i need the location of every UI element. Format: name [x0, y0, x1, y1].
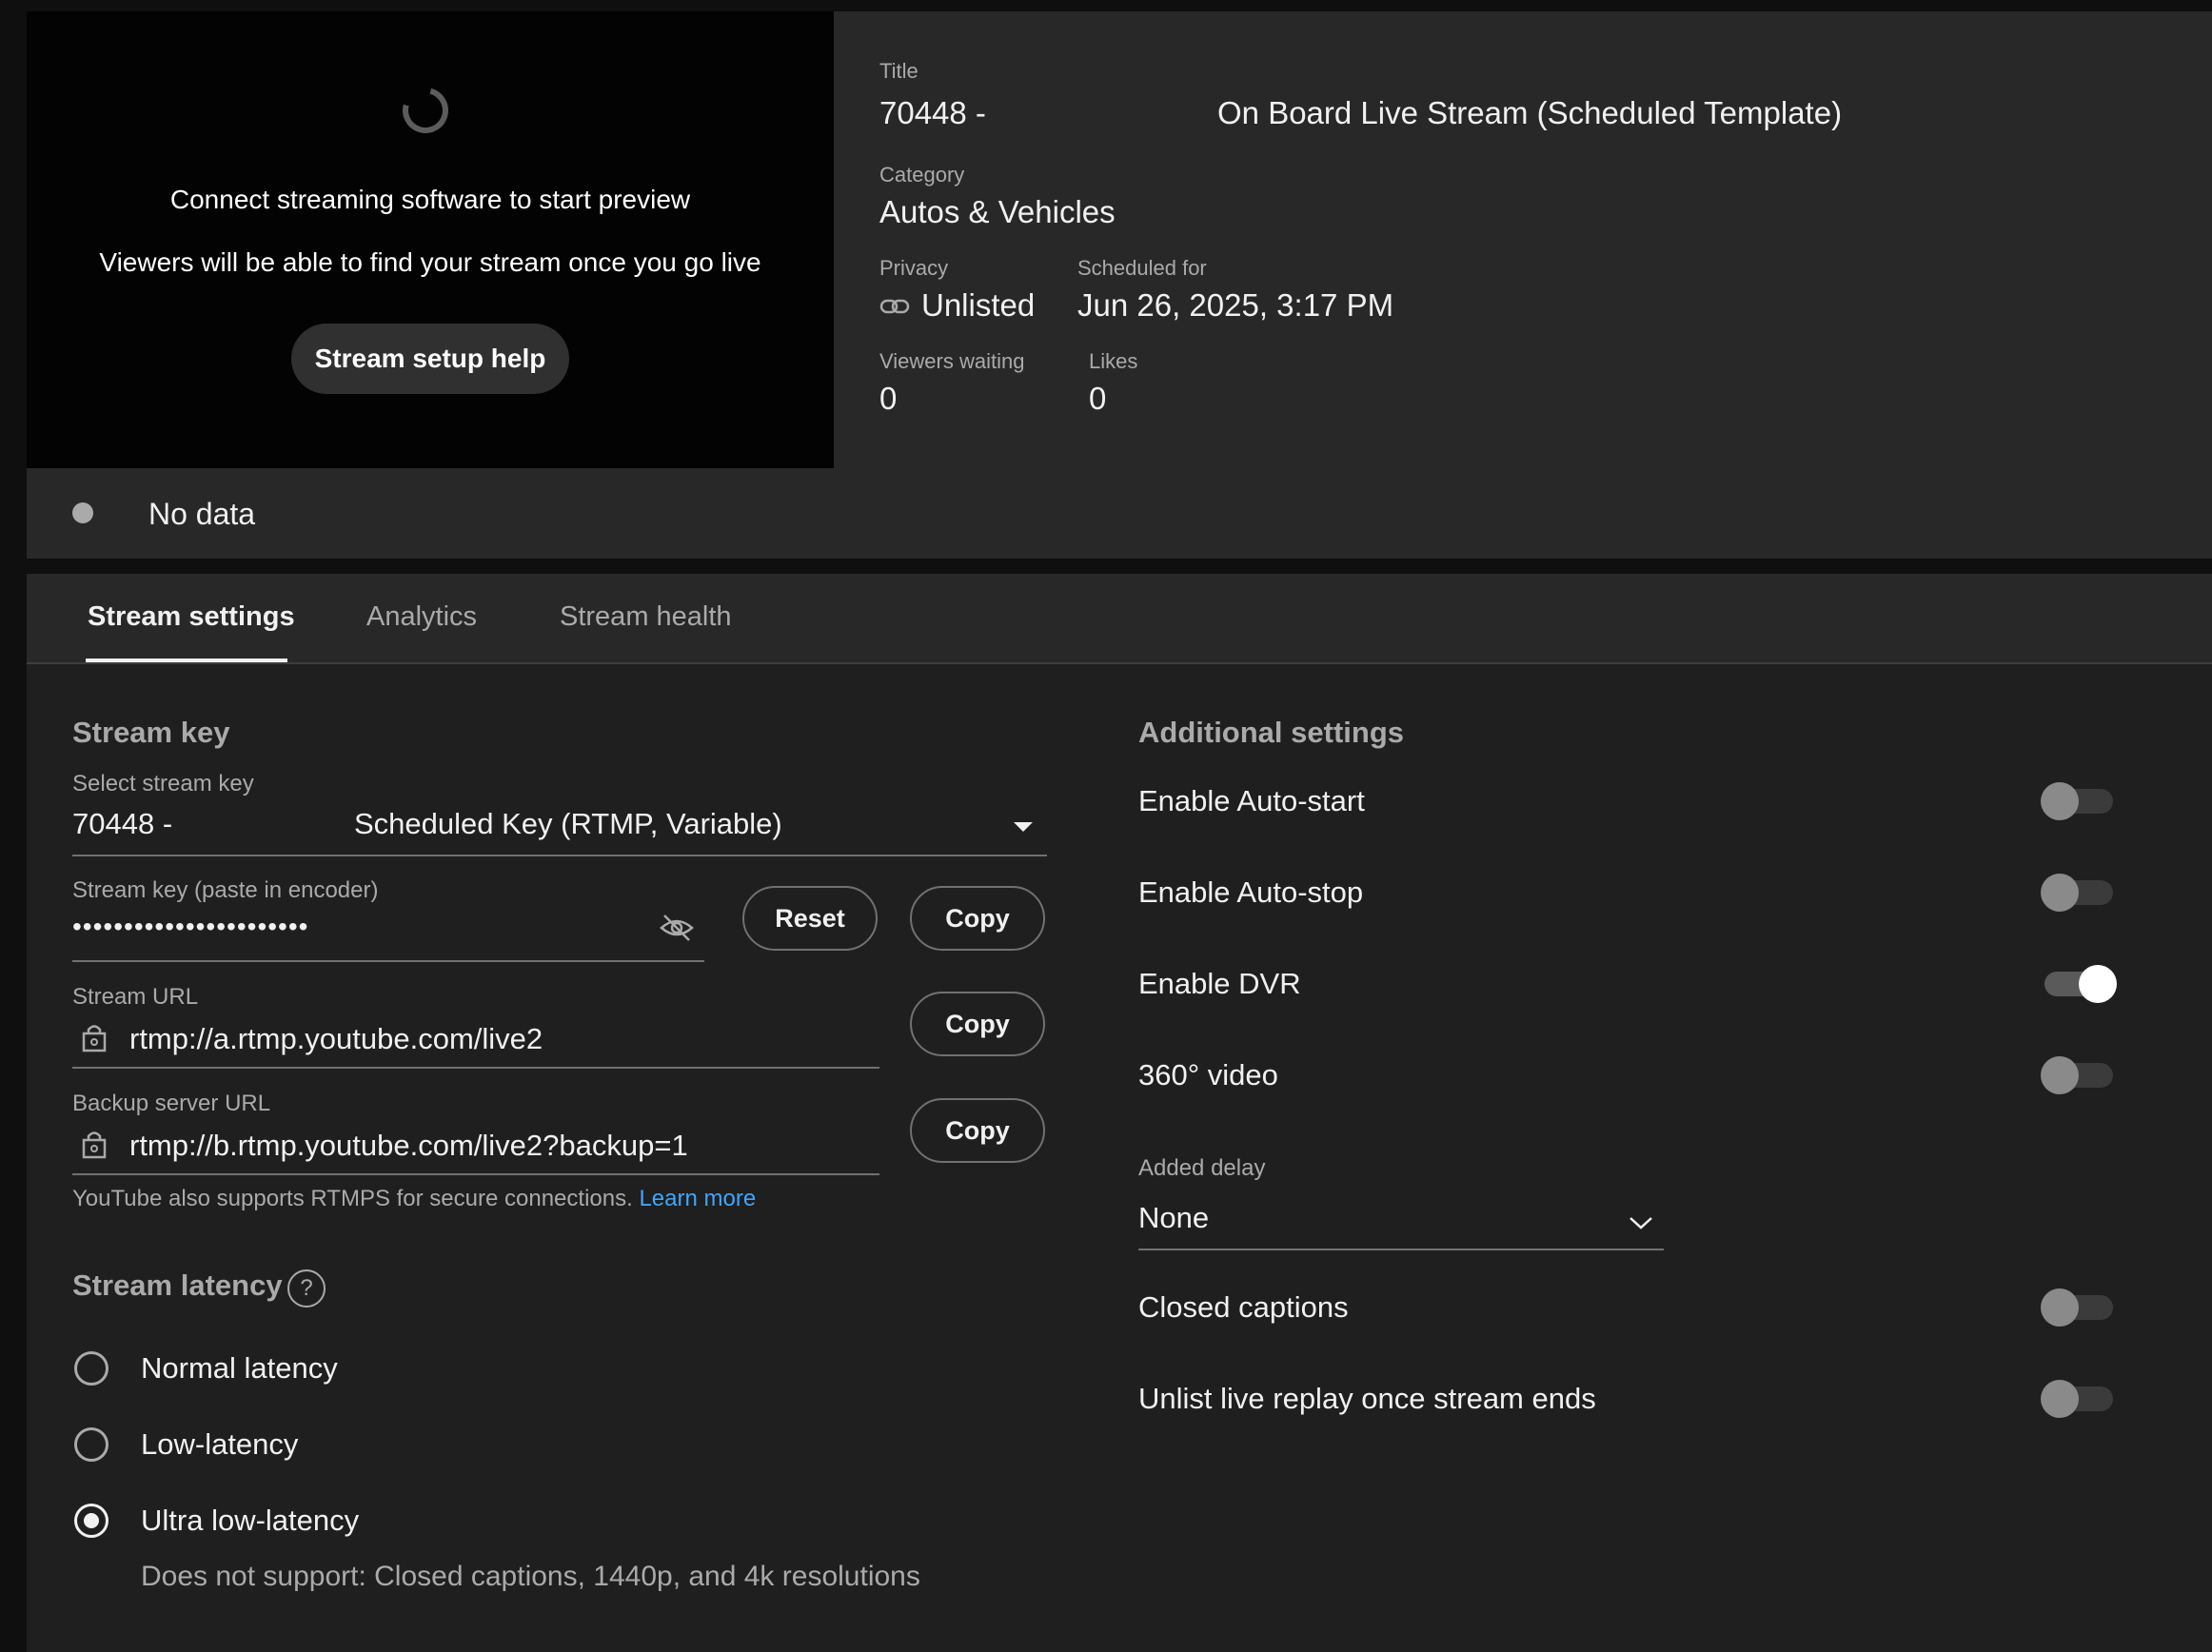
- stream-preview: [27, 11, 834, 468]
- backup-url-label: Backup server URL: [72, 1091, 271, 1116]
- help-icon[interactable]: ?: [287, 1269, 326, 1308]
- status-text: No data: [148, 497, 256, 531]
- scheduled-value: Jun 26, 2025, 3:17 PM: [1077, 287, 1394, 323]
- auto-stop-toggle[interactable]: [2041, 874, 2113, 912]
- tab-stream-settings[interactable]: Stream settings: [88, 601, 295, 633]
- tab-analytics[interactable]: Analytics: [366, 601, 477, 633]
- top-edge: [0, 0, 2212, 11]
- title-prefix: 70448 -: [879, 95, 986, 130]
- link-icon: [879, 299, 910, 314]
- unlist-replay-label: Unlist live replay once stream ends: [1138, 1382, 1596, 1415]
- category-value: Autos & Vehicles: [879, 194, 1116, 229]
- stream-url-value[interactable]: rtmp://a.rtmp.youtube.com/live2: [129, 1022, 543, 1056]
- status-bar: [27, 468, 2212, 559]
- backup-url-value[interactable]: rtmp://b.rtmp.youtube.com/live2?backup=1: [129, 1129, 688, 1163]
- privacy-label: Privacy: [879, 256, 949, 280]
- rtmps-note-text: YouTube also supports RTMPS for secure c…: [72, 1186, 633, 1211]
- ultra-low-latency-label[interactable]: Ultra low-latency: [141, 1504, 359, 1538]
- dvr-label: Enable DVR: [1138, 967, 1301, 1000]
- stream-url-label: Stream URL: [72, 984, 199, 1010]
- video-360-toggle[interactable]: [2041, 1056, 2113, 1094]
- radio-ultra-low-latency[interactable]: [74, 1504, 109, 1538]
- stream-key-prefix: 70448 -: [72, 807, 173, 840]
- normal-latency-label[interactable]: Normal latency: [141, 1351, 338, 1386]
- stream-key-field[interactable]: •••••••••••••••••••••••: [72, 906, 704, 959]
- stream-key-selected: Scheduled Key (RTMP, Variable): [354, 807, 782, 840]
- unlist-replay-toggle[interactable]: [2041, 1380, 2113, 1418]
- dropdown-underline: [72, 855, 1047, 856]
- caret-down-icon: [1014, 822, 1033, 832]
- dvr-toggle[interactable]: [2044, 965, 2117, 1003]
- auto-start-toggle[interactable]: [2041, 782, 2113, 820]
- low-latency-label[interactable]: Low-latency: [141, 1427, 298, 1462]
- copy-stream-key-button[interactable]: Copy: [910, 886, 1045, 951]
- learn-more-link[interactable]: Learn more: [639, 1186, 756, 1211]
- copy-stream-url-button[interactable]: Copy: [910, 992, 1045, 1056]
- preview-message: Connect streaming software to start prev…: [169, 185, 691, 214]
- stream-key-heading: Stream key: [72, 716, 230, 749]
- video-360-label: 360° video: [1138, 1058, 1278, 1092]
- privacy-value: Unlisted: [921, 287, 1036, 323]
- rtmps-note: YouTube also supports RTMPS for secure c…: [72, 1186, 756, 1212]
- status-dot-icon: [72, 502, 93, 523]
- closed-captions-toggle[interactable]: [2041, 1288, 2113, 1327]
- added-delay-value: None: [1138, 1201, 1210, 1234]
- title-value: On Board Live Stream (Scheduled Template…: [1217, 95, 1843, 130]
- section-divider: [27, 559, 2212, 574]
- auto-stop-label: Enable Auto-stop: [1138, 875, 1364, 909]
- auto-start-label: Enable Auto-start: [1138, 784, 1365, 817]
- added-delay-label: Added delay: [1138, 1155, 1266, 1181]
- select-stream-key-label: Select stream key: [72, 771, 254, 796]
- active-tab-indicator: [86, 659, 287, 662]
- likes-label: Likes: [1089, 349, 1138, 373]
- lock-icon: [82, 1131, 107, 1159]
- added-delay-dropdown[interactable]: None: [1138, 1195, 1664, 1249]
- category-label: Category: [879, 163, 965, 187]
- chevron-down-icon: [1629, 1217, 1652, 1229]
- left-gutter: [0, 0, 27, 1652]
- radio-normal-latency[interactable]: [74, 1351, 109, 1386]
- stream-setup-help-button[interactable]: Stream setup help: [291, 324, 569, 394]
- viewers-waiting-label: Viewers waiting: [879, 349, 1025, 373]
- stream-key-dropdown[interactable]: 70448 - Scheduled Key (RTMP, Variable): [72, 799, 1047, 856]
- stream-key-field-label: Stream key (paste in encoder): [72, 877, 379, 903]
- reset-button[interactable]: Reset: [742, 886, 878, 951]
- radio-low-latency[interactable]: [74, 1427, 109, 1462]
- likes-value: 0: [1089, 381, 1107, 416]
- title-label: Title: [879, 59, 918, 83]
- closed-captions-label: Closed captions: [1138, 1290, 1349, 1324]
- copy-backup-url-button[interactable]: Copy: [910, 1098, 1045, 1163]
- delay-underline: [1138, 1249, 1664, 1250]
- latency-note: Does not support: Closed captions, 1440p…: [141, 1561, 920, 1592]
- tab-bar: [27, 574, 2212, 664]
- lock-icon: [82, 1025, 107, 1052]
- stream-info-panel: [834, 11, 2212, 468]
- visibility-off-icon[interactable]: [659, 912, 695, 944]
- additional-settings-heading: Additional settings: [1138, 716, 1404, 749]
- viewers-waiting-value: 0: [879, 381, 898, 416]
- scheduled-label: Scheduled for: [1077, 256, 1207, 280]
- tab-stream-health[interactable]: Stream health: [560, 601, 732, 633]
- stream-key-value: •••••••••••••••••••••••: [72, 912, 309, 941]
- backup-url-underline: [72, 1173, 879, 1175]
- stream-key-underline: [72, 960, 704, 962]
- stream-url-underline: [72, 1067, 879, 1069]
- stream-latency-heading: Stream latency: [72, 1268, 283, 1302]
- preview-submessage: Viewers will be able to find your stream…: [99, 247, 761, 277]
